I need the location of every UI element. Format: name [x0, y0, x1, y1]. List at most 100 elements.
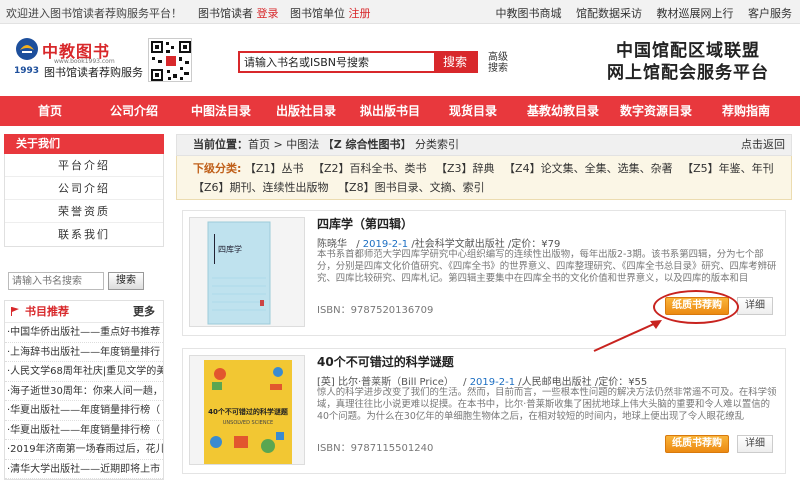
flag-icon — [11, 307, 19, 316]
subcategory-z3[interactable]: 【Z3】辞典 — [436, 162, 495, 175]
unit-label: 图书馆单位 — [290, 7, 345, 20]
nav-forthcoming-catalog[interactable]: 拟出版书目 — [352, 96, 428, 126]
about-item-honors[interactable]: 荣誉资质 — [5, 200, 163, 223]
subcategory-code: 【Z5】 — [682, 162, 719, 175]
book-title[interactable]: 四库学（第四辑） — [317, 215, 413, 232]
subcategory-code: 【Z3】 — [436, 162, 473, 175]
slogan: 中国馆配区域联盟 网上馆配会服务平台 — [582, 40, 794, 84]
subcategories: 下级分类: 【Z1】丛书 【Z2】百科全书、类书 【Z3】辞典 【Z4】论文集、… — [176, 156, 792, 200]
nav-k12-catalog[interactable]: 基教幼教目录 — [518, 96, 608, 126]
book-cover[interactable]: 40个不可错过的科学谜题 UNSOLVED SCIENCE — [189, 355, 305, 465]
nav-home[interactable]: 首页 — [18, 96, 82, 126]
subcategory-z2[interactable]: 【Z2】百科全书、类书 — [313, 162, 427, 175]
nav-guide[interactable]: 荐购指南 — [712, 96, 780, 126]
book-title[interactable]: 40个不可错过的科学谜题 — [317, 353, 454, 370]
cover-title: 40个不可错过的科学谜题 — [208, 407, 289, 416]
recommend-more-link[interactable]: 更多 — [133, 301, 155, 323]
breadcrumb-home[interactable]: 首页 — [248, 138, 270, 151]
subcategory-z5[interactable]: 【Z5】年鉴、年刊 — [682, 162, 774, 175]
sidebar-search-button[interactable]: 搜索 — [108, 272, 144, 290]
subcategory-name: 辞典 — [472, 162, 495, 175]
subcategory-name: 期刊、连续性出版物 — [229, 181, 329, 194]
breadcrumb-current: Z 综合性图书 — [333, 138, 401, 151]
site-logo[interactable]: 中教图书 www.book1993.com 1993 图书馆读者荐购服务 — [14, 36, 144, 84]
cover-subtitle: UNSOLVED SCIENCE — [223, 420, 273, 426]
breadcrumb-label: 当前位置： — [193, 138, 248, 151]
subcategory-z4[interactable]: 【Z4】论文集、全集、选集、杂著 — [504, 162, 673, 175]
list-item[interactable]: ·上海辞书出版社——年度销量排行 — [5, 343, 163, 362]
slogan-line-1: 中国馆配区域联盟 — [616, 41, 760, 61]
breadcrumb-section[interactable]: 中图法 — [286, 138, 319, 151]
link-customer-service[interactable]: 客户服务 — [748, 7, 792, 20]
breadcrumb-sep: > — [270, 138, 287, 151]
breadcrumb: 当前位置：首页 > 中图法 【Z 综合性图书】 分类索引 点击返回 — [176, 134, 792, 156]
reader-login-group: 图书馆读者 登录 — [198, 5, 279, 21]
about-item-platform[interactable]: 平台介绍 — [5, 154, 163, 177]
subcategory-z1[interactable]: 【Z1】丛书 — [245, 162, 304, 175]
nav-company[interactable]: 公司介绍 — [100, 96, 168, 126]
book-item: 40个不可错过的科学谜题 UNSOLVED SCIENCE 40个不可错过的科学… — [182, 348, 786, 474]
main-search: 搜索 — [238, 51, 478, 73]
about-item-contact[interactable]: 联系我们 — [5, 223, 163, 246]
main-search-input[interactable] — [240, 53, 436, 71]
book-item: 四库学 四库学（第四辑） 陈晓华 / 2019-2-1 /社会科学文献出版社 /… — [182, 210, 786, 336]
detail-button[interactable]: 详细 — [737, 297, 773, 315]
breadcrumb-tail: 】 分类索引 — [400, 138, 460, 151]
recommend-box: 书目推荐 更多 ·中国华侨出版社——重点好书推荐 ·上海辞书出版社——年度销量排… — [4, 300, 164, 480]
sidebar-search-input[interactable] — [8, 272, 104, 290]
recommend-list: ·中国华侨出版社——重点好书推荐 ·上海辞书出版社——年度销量排行 ·人民文学6… — [5, 323, 163, 479]
subcategory-z6[interactable]: 【Z6】期刊、连续性出版物 — [193, 181, 329, 194]
book-description: 本书系首都师范大学四库学研究中心组织编写的连续性出版物，每年出版2-3期。该书系… — [317, 249, 777, 284]
book-meta: 陈晓华 / 2019-2-1 /社会科学文献出版社 /定价：¥79 — [317, 235, 560, 250]
nav-clc-catalog[interactable]: 中图法目录 — [183, 96, 259, 126]
recommend-purchase-button[interactable]: 纸质书荐购 — [665, 435, 729, 453]
list-item[interactable]: ·华夏出版社——年度销量排行榜（ — [5, 421, 163, 440]
list-item[interactable]: ·人民文学68周年社庆|重见文学的美 — [5, 362, 163, 382]
subcategory-name: 年鉴、年刊 — [718, 162, 774, 175]
main-nav: 首页 公司介绍 中图法目录 出版社目录 拟出版书目 现货目录 基教幼教目录 数字… — [0, 96, 800, 126]
about-list: 平台介绍 公司介绍 荣誉资质 联系我们 — [4, 154, 164, 247]
nav-digital-catalog[interactable]: 数字资源目录 — [610, 96, 702, 126]
detail-button[interactable]: 详细 — [737, 435, 773, 453]
link-book-mall[interactable]: 中教图书商城 — [496, 7, 562, 20]
list-item[interactable]: ·2019年济南第一场春雨过后，花儿 — [5, 440, 163, 460]
subcategory-code: 【Z6】 — [193, 181, 230, 194]
recommend-header: 书目推荐 更多 — [5, 301, 163, 323]
advanced-search-link[interactable]: 高级搜索 — [488, 52, 512, 74]
list-item[interactable]: ·海子逝世30周年：你来人间一趟， — [5, 382, 163, 401]
link-textbook-tour[interactable]: 教材巡展网上行 — [657, 7, 734, 20]
recommend-purchase-button[interactable]: 纸质书荐购 — [665, 297, 729, 315]
cover-title: 四库学 — [218, 244, 242, 254]
reader-label: 图书馆读者 — [198, 7, 253, 20]
header: 中教图书 www.book1993.com 1993 图书馆读者荐购服务 搜索 … — [0, 24, 800, 96]
subcategory-code: 【Z2】 — [312, 162, 350, 175]
subcategories-label: 下级分类: — [193, 162, 242, 175]
welcome-text: 欢迎进入图书馆读者荐购服务平台！ — [6, 7, 182, 20]
subcategory-code: 【Z4】 — [504, 162, 541, 175]
main-search-button[interactable]: 搜索 — [434, 53, 476, 71]
link-data-collection[interactable]: 馆配数据采访 — [576, 7, 642, 20]
main-content: 当前位置：首页 > 中图法 【Z 综合性图书】 分类索引 点击返回 下级分类: … — [176, 134, 792, 499]
logo-year: 1993 — [14, 66, 40, 76]
subcategory-name: 百科全书、类书 — [349, 162, 427, 175]
list-item[interactable]: ·中国华侨出版社——重点好书推荐 — [5, 323, 163, 343]
nav-publisher-catalog[interactable]: 出版社目录 — [268, 96, 344, 126]
breadcrumb-sep: 【 — [319, 138, 334, 151]
book-description: 惊人的科学进步改变了我们的生活。然而，目前而言，一些根本性问题的解决方法仍然非常… — [317, 387, 777, 422]
subcategory-z8[interactable]: 【Z8】图书目录、文摘、索引 — [338, 181, 485, 194]
sidebar-search: 搜索 — [4, 272, 164, 292]
book-cover[interactable]: 四库学 — [189, 217, 305, 327]
subcategory-name: 论文集、全集、选集、杂著 — [540, 162, 673, 175]
login-link[interactable]: 登录 — [257, 7, 279, 20]
about-item-company[interactable]: 公司介绍 — [5, 177, 163, 200]
register-link[interactable]: 注册 — [349, 7, 371, 20]
qr-code-icon — [148, 38, 192, 82]
logo-subtitle: 图书馆读者荐购服务 — [44, 66, 143, 79]
nav-instock-catalog[interactable]: 现货目录 — [440, 96, 506, 126]
unit-register-group: 图书馆单位 注册 — [290, 5, 371, 21]
list-item[interactable]: ·华夏出版社——年度销量排行榜（ — [5, 401, 163, 421]
sidebar: 关于我们 平台介绍 公司介绍 荣誉资质 联系我们 搜索 书目推荐 更多 ·中国华… — [4, 134, 164, 480]
back-link[interactable]: 点击返回 — [741, 135, 785, 155]
subcategory-code: 【Z8】 — [338, 181, 375, 194]
list-item[interactable]: ·清华大学出版社——近期即将上市 — [5, 460, 163, 479]
